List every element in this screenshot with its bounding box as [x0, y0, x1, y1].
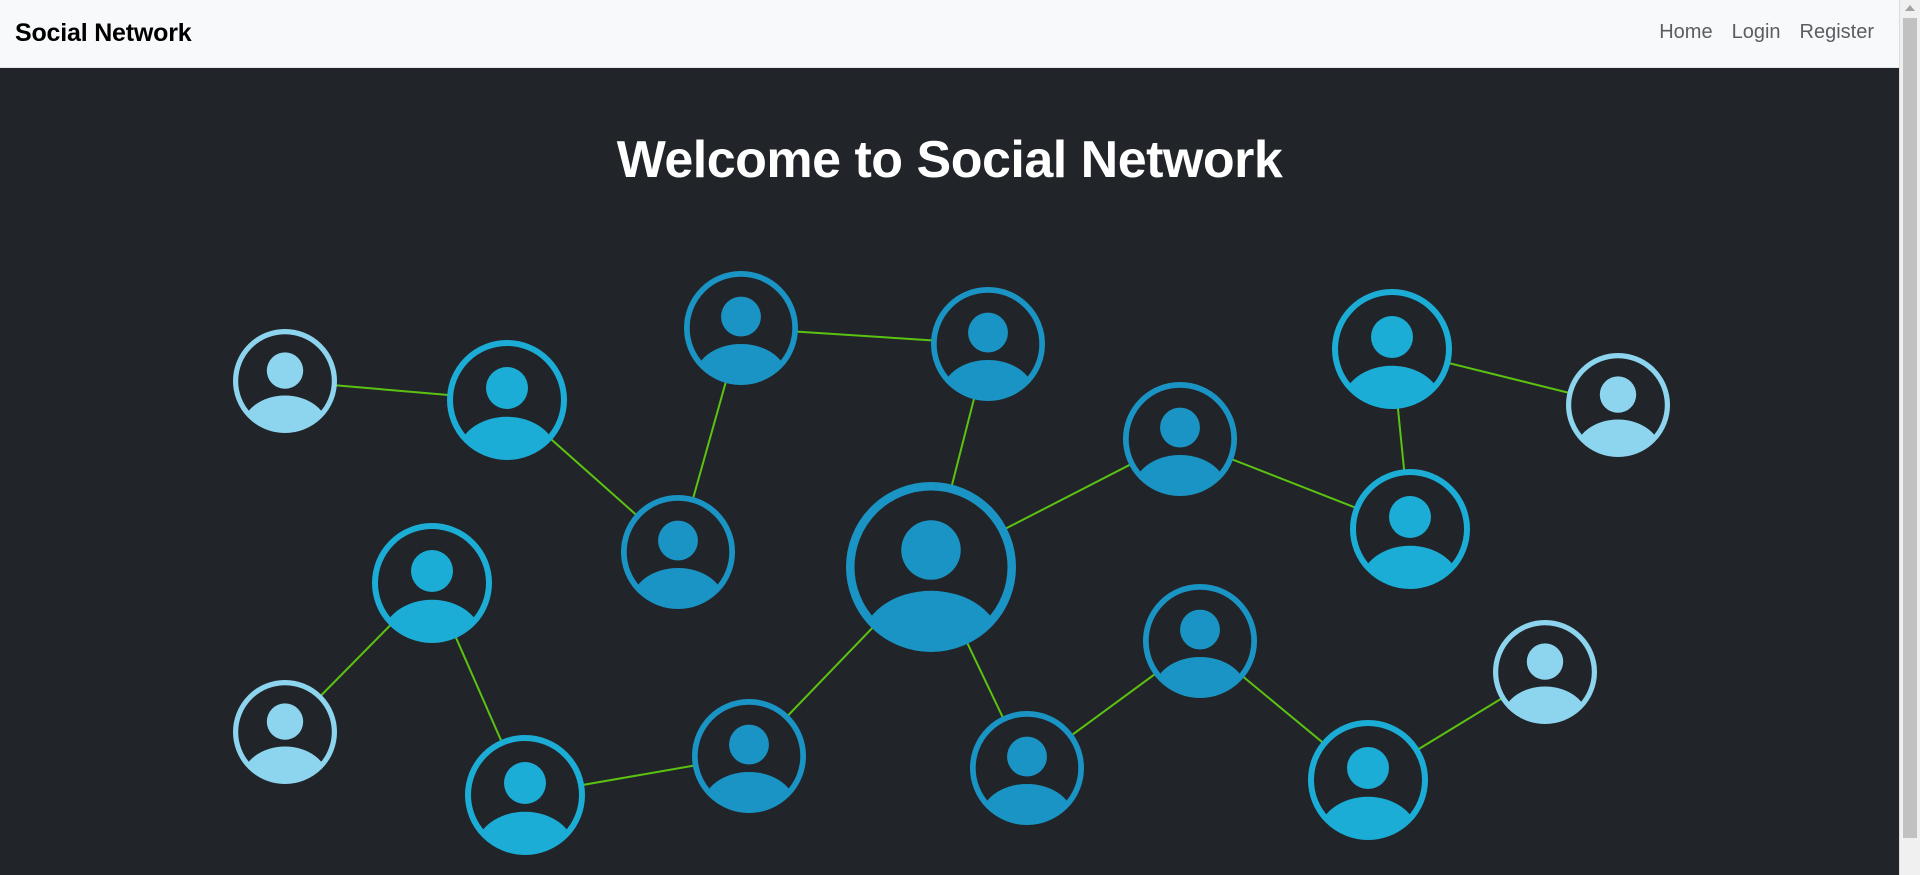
- user-avatar-icon: [447, 340, 567, 460]
- user-avatar-icon: [1492, 619, 1597, 724]
- nav-links: Home Login Register: [1659, 21, 1874, 44]
- user-avatar-icon: [1142, 583, 1257, 698]
- user-avatar-icon: [683, 271, 798, 386]
- user-avatar-icon: [969, 710, 1084, 825]
- brand-logo[interactable]: Social Network: [15, 19, 192, 48]
- nav-register-link[interactable]: Register: [1800, 21, 1874, 44]
- nav-login-link[interactable]: Login: [1732, 21, 1781, 44]
- vertical-scrollbar[interactable]: [1899, 0, 1920, 875]
- user-avatar-icon: [1565, 353, 1670, 458]
- user-avatar-icon: [1332, 289, 1452, 409]
- user-avatar-icon: [233, 329, 338, 434]
- user-avatar-icon: [1308, 720, 1428, 840]
- navbar: Social Network Home Login Register: [0, 0, 1899, 68]
- hero-section: Welcome to Social Network: [0, 68, 1899, 875]
- user-avatar-icon: [465, 735, 585, 855]
- user-avatar-icon: [620, 495, 735, 610]
- network-illustration: [233, 271, 1670, 855]
- user-avatar-icon: [930, 287, 1045, 402]
- nav-home-link[interactable]: Home: [1659, 21, 1712, 44]
- user-avatar-icon: [372, 523, 492, 643]
- user-avatar-icon: [691, 698, 806, 813]
- user-avatar-icon: [846, 482, 1016, 652]
- user-avatar-icon: [233, 679, 338, 784]
- user-avatar-icon: [1122, 382, 1237, 497]
- scroll-up-arrow-icon[interactable]: [1905, 5, 1915, 11]
- user-avatar-icon: [1350, 469, 1470, 589]
- scrollbar-thumb[interactable]: [1903, 18, 1917, 838]
